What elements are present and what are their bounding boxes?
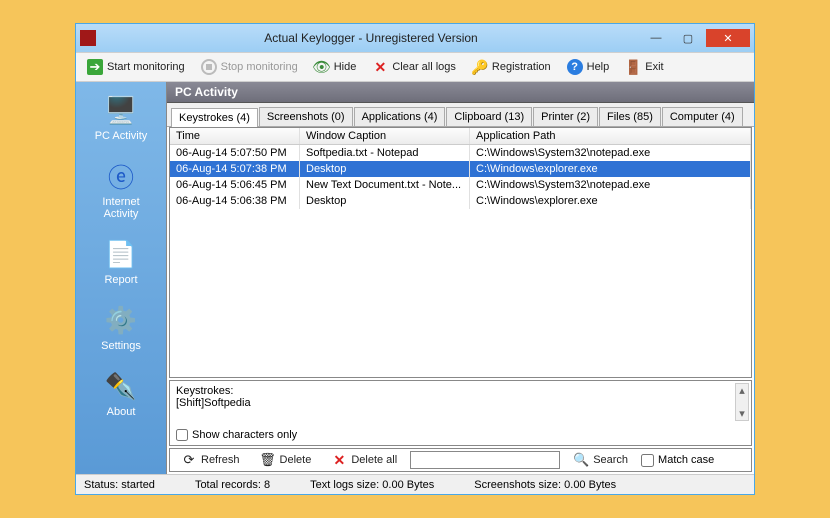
sidebar-item-pc-activity[interactable]: 🖥️PC Activity	[81, 88, 161, 146]
window-title: Actual Keylogger - Unregistered Version	[104, 31, 638, 45]
search-input[interactable]	[410, 451, 560, 469]
monitor-icon: 🖥️	[103, 92, 139, 128]
registration-button[interactable]: 🔑Registration	[465, 55, 558, 79]
help-icon: ?	[567, 59, 583, 75]
key-icon: 🔑	[472, 59, 488, 75]
scrollbar[interactable]: ▴▾	[735, 383, 749, 421]
x-icon: ✕	[372, 59, 388, 75]
sidebar-item-settings[interactable]: ⚙️Settings	[81, 298, 161, 356]
clear-logs-button[interactable]: ✕Clear all logs	[365, 55, 463, 79]
delete-button[interactable]: 🗑Delete	[253, 448, 319, 472]
tab-keystrokes[interactable]: Keystrokes (4)	[171, 108, 258, 127]
tab-computer[interactable]: Computer (4)	[662, 107, 743, 126]
sidebar: 🖥️PC Activity ⓔInternet Activity 📄Report…	[76, 82, 166, 474]
ie-icon: ⓔ	[103, 158, 139, 194]
refresh-button[interactable]: ⟳Refresh	[174, 448, 247, 472]
refresh-icon: ⟳	[181, 452, 197, 468]
status-textlogs: Text logs size: 0.00 Bytes	[310, 479, 434, 491]
stop-monitoring-button[interactable]: Stop monitoring	[194, 55, 305, 79]
status-bar: Status: started Total records: 8 Text lo…	[76, 474, 754, 494]
sidebar-item-about[interactable]: ✒️About	[81, 364, 161, 422]
exit-icon: 🚪	[625, 59, 641, 75]
keystrokes-label: Keystrokes:	[176, 385, 745, 397]
about-icon: ✒️	[103, 368, 139, 404]
keystrokes-value: [Shift]Softpedia	[176, 397, 745, 409]
table-row[interactable]: 06-Aug-14 5:06:38 PMDesktopC:\Windows\ex…	[170, 193, 751, 209]
minimize-button[interactable]: —	[642, 29, 670, 47]
tabbar: Keystrokes (4) Screenshots (0) Applicati…	[167, 103, 754, 127]
col-path[interactable]: Application Path	[470, 128, 751, 144]
trash-icon: 🗑	[260, 452, 276, 468]
exit-button[interactable]: 🚪Exit	[618, 55, 670, 79]
table-header: Time Window Caption Application Path	[170, 128, 751, 145]
maximize-button[interactable]: ▢	[674, 29, 702, 47]
app-icon	[80, 30, 96, 46]
toolbar: ➔Start monitoring Stop monitoring 👁Hide …	[76, 52, 754, 82]
hide-button[interactable]: 👁Hide	[307, 55, 364, 79]
tab-printer[interactable]: Printer (2)	[533, 107, 598, 126]
x-icon: ✕	[331, 452, 347, 468]
close-button[interactable]: ✕	[706, 29, 750, 47]
col-time[interactable]: Time	[170, 128, 300, 144]
action-bar: ⟳Refresh 🗑Delete ✕Delete all 🔍Search Mat…	[169, 448, 752, 472]
sidebar-item-internet-activity[interactable]: ⓔInternet Activity	[81, 154, 161, 224]
app-window: Actual Keylogger - Unregistered Version …	[75, 23, 755, 495]
table-row[interactable]: 06-Aug-14 5:07:50 PMSoftpedia.txt - Note…	[170, 145, 751, 161]
col-caption[interactable]: Window Caption	[300, 128, 470, 144]
tab-files[interactable]: Files (85)	[599, 107, 661, 126]
status-screenshots: Screenshots size: 0.00 Bytes	[474, 479, 616, 491]
delete-all-button[interactable]: ✕Delete all	[324, 448, 404, 472]
show-chars-checkbox[interactable]: Show characters only	[176, 429, 745, 441]
match-case-checkbox[interactable]: Match case	[641, 454, 714, 467]
status-total: Total records: 8	[195, 479, 270, 491]
start-monitoring-button[interactable]: ➔Start monitoring	[80, 55, 192, 79]
titlebar[interactable]: Actual Keylogger - Unregistered Version …	[76, 24, 754, 52]
status-text: Status: started	[84, 479, 155, 491]
tab-applications[interactable]: Applications (4)	[354, 107, 446, 126]
table-row[interactable]: 06-Aug-14 5:07:38 PMDesktopC:\Windows\ex…	[170, 161, 751, 177]
stop-icon	[201, 59, 217, 75]
report-icon: 📄	[103, 236, 139, 272]
help-button[interactable]: ?Help	[560, 55, 617, 79]
binoculars-icon: 🔍	[573, 452, 589, 468]
panel-title: PC Activity	[167, 82, 754, 103]
records-table[interactable]: Time Window Caption Application Path 06-…	[169, 127, 752, 378]
search-button[interactable]: 🔍Search	[566, 448, 635, 472]
table-row[interactable]: 06-Aug-14 5:06:45 PMNew Text Document.tx…	[170, 177, 751, 193]
eye-icon: 👁	[314, 59, 330, 75]
main-panel: PC Activity Keystrokes (4) Screenshots (…	[166, 82, 754, 474]
tab-clipboard[interactable]: Clipboard (13)	[446, 107, 532, 126]
tab-screenshots[interactable]: Screenshots (0)	[259, 107, 353, 126]
gear-icon: ⚙️	[103, 302, 139, 338]
detail-panel: Keystrokes: [Shift]Softpedia ▴▾ Show cha…	[169, 380, 752, 446]
sidebar-item-report[interactable]: 📄Report	[81, 232, 161, 290]
play-icon: ➔	[87, 59, 103, 75]
